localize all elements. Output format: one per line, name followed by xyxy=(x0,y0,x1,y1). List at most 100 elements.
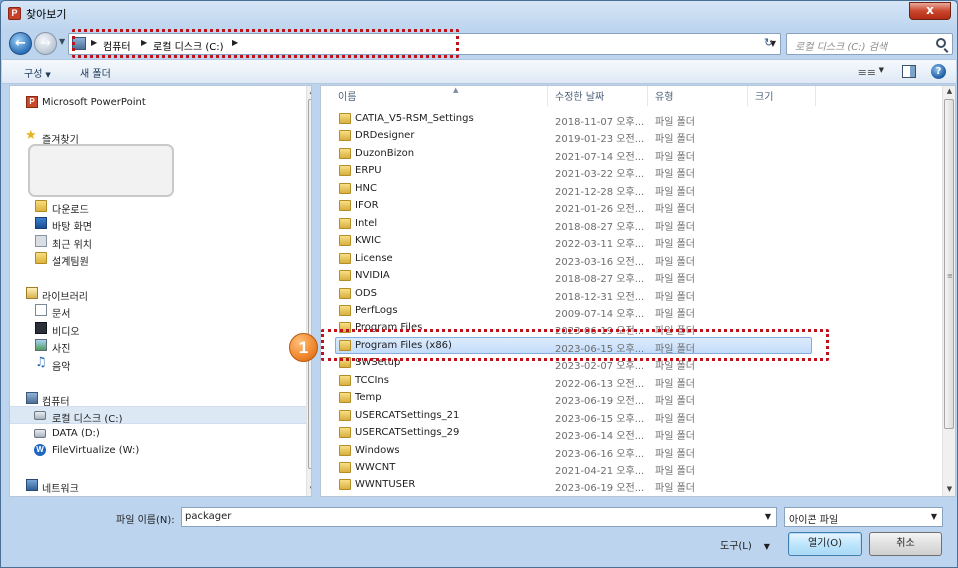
address-highlight-box xyxy=(72,29,459,58)
nav-item-recent[interactable]: 최근 위치 xyxy=(10,233,300,251)
file-row[interactable]: Windows 2023-06-16 오후... 파일 폴더 xyxy=(321,442,941,460)
scroll-down-arrow-icon[interactable]: ▼ xyxy=(307,485,311,493)
nav-item-filevirtualize[interactable]: W FileVirtualize (W:) xyxy=(10,442,300,460)
file-row[interactable]: HNC 2021-12-28 오후... 파일 폴더 xyxy=(321,180,941,198)
help-icon[interactable]: ? xyxy=(931,64,946,79)
file-row[interactable]: License 2023-03-16 오전... 파일 폴더 xyxy=(321,250,941,268)
file-row[interactable]: DuzonBizon 2021-07-14 오전... 파일 폴더 xyxy=(321,145,941,163)
nav-item-downloads[interactable]: 다운로드 xyxy=(10,198,300,216)
views-icon[interactable]: ≡≡ xyxy=(858,66,876,79)
file-row[interactable]: ODS 2018-12-31 오전... 파일 폴더 xyxy=(321,285,941,303)
file-row[interactable]: TCCIns 2022-06-13 오전... 파일 폴더 xyxy=(321,372,941,390)
file-row[interactable]: ERPU 2021-03-22 오후... 파일 폴더 xyxy=(321,162,941,180)
folder-icon xyxy=(35,252,47,264)
file-row[interactable]: NVIDIA 2018-08-27 오후... 파일 폴더 xyxy=(321,267,941,285)
nav-item-data-drive[interactable]: DATA (D:) xyxy=(10,425,300,443)
chevron-down-icon[interactable]: ▼ xyxy=(931,512,937,521)
file-type: 파일 폴더 xyxy=(655,378,695,390)
filetype-select[interactable]: 아이콘 파일 ▼ xyxy=(784,507,943,527)
file-type: 파일 폴더 xyxy=(655,134,695,146)
scroll-up-arrow-icon[interactable]: ▲ xyxy=(944,87,955,95)
file-date: 2018-12-31 오전... xyxy=(555,291,645,303)
folder-icon xyxy=(339,427,351,439)
refresh-icon[interactable]: ↻ xyxy=(764,36,773,49)
scroll-up-arrow-icon[interactable]: ▲ xyxy=(307,87,311,95)
file-name: Windows xyxy=(355,444,400,456)
file-list-scroll-thumb[interactable]: ≡ xyxy=(944,99,954,429)
forward-button[interactable]: → xyxy=(34,32,57,55)
column-header-modified[interactable]: 수정한 날짜 xyxy=(555,88,604,106)
file-row[interactable]: KWIC 2022-03-11 오후... 파일 폴더 xyxy=(321,232,941,251)
file-type: 파일 폴더 xyxy=(655,291,695,303)
preview-pane-icon[interactable] xyxy=(902,65,916,78)
nav-item-libraries[interactable]: 라이브러리 xyxy=(10,285,300,303)
file-name: Intel xyxy=(355,217,378,229)
column-header-type[interactable]: 유형 xyxy=(655,88,673,106)
cancel-button[interactable]: 취소 xyxy=(869,532,942,556)
file-date: 2021-04-21 오후... xyxy=(555,466,645,477)
column-divider[interactable] xyxy=(547,86,548,106)
chevron-down-icon[interactable]: ▼ xyxy=(879,66,884,74)
folder-icon xyxy=(339,409,351,421)
file-row[interactable]: USERCATSettings_21 2023-06-15 오후... 파일 폴더 xyxy=(321,407,941,425)
filename-input[interactable]: packager ▼ xyxy=(181,507,777,527)
nav-item-pictures[interactable]: 사진 xyxy=(10,337,300,355)
folder-icon xyxy=(339,235,351,247)
chevron-down-icon[interactable]: ▼ xyxy=(765,512,771,521)
nav-scrollbar[interactable]: ▲ ▼ xyxy=(306,86,311,496)
downloads-folder-icon xyxy=(35,200,47,212)
column-label: 이름 xyxy=(338,92,357,103)
file-row[interactable]: DRDesigner 2019-01-23 오전... 파일 폴더 xyxy=(321,127,941,146)
file-row[interactable]: WWNTUSER 2023-06-19 오전... 파일 폴더 xyxy=(321,476,941,494)
nav-scroll-thumb[interactable] xyxy=(308,99,311,469)
close-button[interactable]: x xyxy=(909,2,951,20)
file-name: KWIC xyxy=(355,235,382,247)
file-date: 2018-11-07 오후... xyxy=(555,117,645,128)
file-row[interactable]: Temp 2023-06-19 오전... 파일 폴더 xyxy=(321,389,941,407)
folder-icon xyxy=(339,270,351,282)
nav-item-label: 바탕 화면 xyxy=(52,222,92,233)
nav-item-documents[interactable]: 문서 xyxy=(10,302,300,320)
file-row[interactable]: Intel 2018-08-27 오후... 파일 폴더 xyxy=(321,215,941,233)
column-divider[interactable] xyxy=(647,86,648,106)
nav-item-powerpoint[interactable]: P Microsoft PowerPoint xyxy=(10,94,300,112)
libraries-icon xyxy=(26,287,38,299)
scroll-down-arrow-icon[interactable]: ▼ xyxy=(944,485,955,493)
document-icon xyxy=(35,304,47,316)
folder-icon xyxy=(339,287,351,299)
file-row[interactable]: PerfLogs 2009-07-14 오후... 파일 폴더 xyxy=(321,302,941,320)
folder-icon xyxy=(339,217,351,229)
file-date: 2022-03-11 오후... xyxy=(555,239,645,251)
file-type: 파일 폴더 xyxy=(655,448,695,460)
open-button[interactable]: 열기(O) xyxy=(788,532,862,556)
file-row[interactable]: CATIA_V5-RSM_Settings 2018-11-07 오후... 파일 … xyxy=(321,110,941,128)
nav-item-local-disk[interactable]: 로컬 디스크 (C:) xyxy=(10,406,306,425)
organize-button[interactable]: 구성 ▼ xyxy=(24,65,51,80)
search-icon[interactable] xyxy=(936,38,946,48)
column-divider[interactable] xyxy=(747,86,748,106)
column-divider[interactable] xyxy=(815,86,816,106)
file-row[interactable]: IFOR 2021-01-26 오전... 파일 폴더 xyxy=(321,197,941,215)
nav-item-music[interactable]: ♫ 음악 xyxy=(10,355,300,373)
file-type: 파일 폴더 xyxy=(655,239,695,251)
history-dropdown-icon[interactable]: ▼ xyxy=(59,37,65,46)
nav-item-network[interactable]: 네트워크 xyxy=(10,477,300,495)
column-header-name[interactable]: 이름 ▲ xyxy=(338,86,538,106)
file-list-scrollbar[interactable]: ▲ ≡ ▼ xyxy=(942,86,955,496)
folder-icon xyxy=(339,392,351,404)
folder-icon xyxy=(339,113,351,124)
nav-item-videos[interactable]: 비디오 xyxy=(10,320,300,338)
file-row[interactable]: USERCATSettings_29 2023-06-14 오전... 파일 폴더 xyxy=(321,424,941,442)
nav-item-team[interactable]: 설계팀원 xyxy=(10,250,300,268)
filename-label: 파일 이름(N): xyxy=(116,515,175,526)
column-header-size[interactable]: 크기 xyxy=(755,88,773,106)
file-name: USERCATSettings_29 xyxy=(355,427,460,439)
file-name: ERPU xyxy=(355,165,382,177)
file-row[interactable]: WWCNT 2021-04-21 오후... 파일 폴더 xyxy=(321,459,941,477)
folder-icon xyxy=(339,200,351,212)
search-input[interactable]: 로컬 디스크 (C:) 검색 xyxy=(786,33,953,55)
nav-item-desktop[interactable]: 바탕 화면 xyxy=(10,215,300,233)
back-button[interactable]: ← xyxy=(9,32,32,55)
tools-button[interactable]: 도구(L) ▼ xyxy=(720,537,770,552)
new-folder-button[interactable]: 새 폴더 xyxy=(80,65,111,80)
